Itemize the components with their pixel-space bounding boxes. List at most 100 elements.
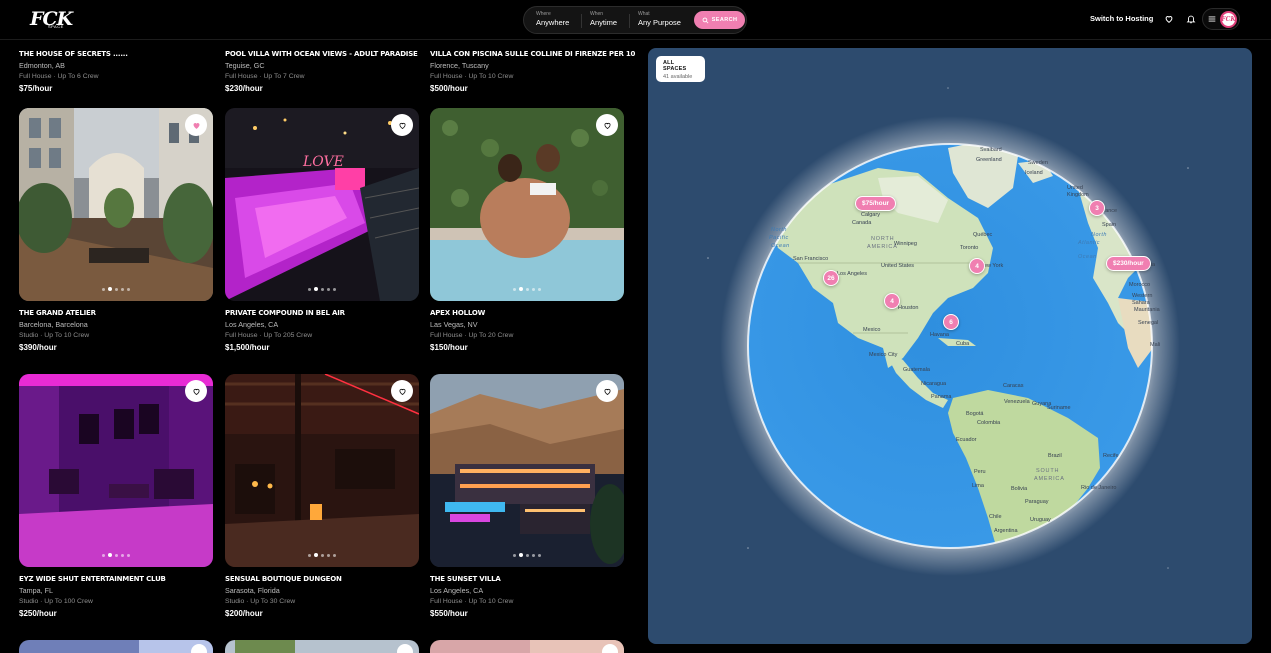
listing-title[interactable]: THE HOUSE OF SECRETS ...... bbox=[19, 50, 128, 58]
favorite-button[interactable] bbox=[185, 114, 207, 136]
listing-title[interactable]: PRIVATE COMPOUND IN BEL AIR bbox=[225, 309, 419, 317]
heart-outline-icon bbox=[603, 388, 611, 395]
map-label: Senegal bbox=[1138, 320, 1159, 326]
listing-title[interactable]: SENSUAL BOUTIQUE DUNGEON bbox=[225, 575, 419, 583]
listing-title[interactable]: THE GRAND ATELIER bbox=[19, 309, 213, 317]
listing-card[interactable]: APEX HOLLOW Las Vegas, NV Full House · U… bbox=[430, 108, 624, 352]
map-label: Panama bbox=[931, 394, 952, 400]
fck-logo[interactable]: FCK SPACE bbox=[30, 8, 73, 32]
photo-carousel-dots[interactable] bbox=[19, 287, 213, 291]
listing-location: Tampa, FL bbox=[19, 586, 53, 595]
photo-carousel-dots[interactable] bbox=[225, 287, 419, 291]
map-label: Cuba bbox=[956, 341, 970, 347]
cluster-marker[interactable]: 26 bbox=[823, 270, 839, 286]
listing-meta: Full House · Up To 10 Crew bbox=[430, 73, 514, 80]
listing-meta: Full House · Up To 205 Crew bbox=[225, 332, 313, 339]
favorite-button[interactable] bbox=[602, 644, 618, 653]
listing-photo[interactable] bbox=[19, 640, 213, 653]
favorite-button[interactable] bbox=[391, 380, 413, 402]
map-label: Western bbox=[1132, 293, 1153, 299]
map-label: Sweden bbox=[1028, 160, 1048, 166]
map-label: Calgary bbox=[861, 212, 880, 218]
listing-card[interactable]: SENSUAL BOUTIQUE DUNGEON Sarasota, Flori… bbox=[225, 374, 419, 618]
listing-photo[interactable] bbox=[430, 640, 624, 653]
search-divider bbox=[581, 14, 582, 28]
listing-title[interactable]: POOL VILLA WITH OCEAN VIEWS - ADULT PARA… bbox=[225, 50, 418, 58]
listing-card[interactable]: EYZ WIDE SHUT ENTERTAINMENT CLUB Tampa, … bbox=[19, 374, 213, 618]
search-when[interactable]: When Anytime bbox=[590, 11, 617, 28]
listing-photo[interactable] bbox=[225, 640, 419, 653]
listing-photo[interactable]: LOVE bbox=[225, 108, 419, 301]
photo-carousel-dots[interactable] bbox=[225, 553, 419, 557]
map-label: Guatemala bbox=[903, 367, 930, 373]
favorite-button[interactable] bbox=[596, 380, 618, 402]
map-label: Svalbard bbox=[980, 147, 1002, 153]
photo-carousel-dots[interactable] bbox=[430, 287, 624, 291]
map-label: Atlantic bbox=[1078, 240, 1101, 246]
favorites-button[interactable] bbox=[1163, 13, 1175, 25]
listing-title[interactable]: VILLA CON PISCINA SULLE COLLINE DI FIREN… bbox=[430, 50, 635, 58]
listing-meta: Full House · Up To 10 Crew bbox=[430, 598, 514, 605]
listing-photo[interactable] bbox=[430, 374, 624, 567]
map-label: North bbox=[1091, 232, 1107, 238]
listing-card[interactable] bbox=[430, 640, 624, 653]
listing-photo[interactable] bbox=[430, 108, 624, 301]
search-button[interactable]: SEARCH bbox=[694, 11, 745, 29]
when-value: Anytime bbox=[590, 18, 618, 27]
map-label: Winnipeg bbox=[894, 241, 917, 247]
listing-title[interactable]: EYZ WIDE SHUT ENTERTAINMENT CLUB bbox=[19, 575, 213, 583]
favorite-button[interactable] bbox=[397, 644, 413, 653]
listing-title[interactable]: APEX HOLLOW bbox=[430, 309, 624, 317]
search-bar[interactable]: Where Anywhere When Anytime What Any Pur… bbox=[523, 6, 747, 34]
map-label: San Francisco bbox=[793, 256, 829, 262]
cluster-marker[interactable]: 6 bbox=[943, 314, 959, 330]
where-value: Anywhere bbox=[536, 18, 570, 27]
map-label: Morocco bbox=[1129, 282, 1151, 288]
listing-card[interactable]: LOVE PRIVATE COMPOUND IN BEL AIR Los Ang… bbox=[225, 108, 419, 352]
price-marker[interactable]: $75/hour bbox=[855, 196, 897, 211]
map-label: Argentina bbox=[994, 528, 1018, 534]
listings-panel: THE HOUSE OF SECRETS ...... Edmonton, AB… bbox=[0, 0, 640, 653]
search-where[interactable]: Where Anywhere bbox=[536, 11, 569, 28]
map-label: Venezuela bbox=[1004, 399, 1030, 405]
listing-card[interactable]: THE SUNSET VILLA Los Angeles, CA Full Ho… bbox=[430, 374, 624, 618]
favorite-button[interactable] bbox=[185, 380, 207, 402]
map-label: AMERICA bbox=[1034, 476, 1065, 482]
search-what[interactable]: What Any Purpose bbox=[638, 11, 681, 28]
listing-title[interactable]: THE SUNSET VILLA bbox=[430, 575, 624, 583]
map-label: United bbox=[1067, 185, 1083, 191]
map-label: Colombia bbox=[977, 420, 1001, 426]
cluster-marker[interactable]: 4 bbox=[969, 258, 985, 274]
listing-photo[interactable] bbox=[19, 374, 213, 567]
listing-price: $550/hour bbox=[430, 609, 468, 618]
map-label: Ocean bbox=[1078, 254, 1097, 260]
map-label: Bogotá bbox=[966, 411, 984, 417]
map-label: Caracas bbox=[1003, 383, 1024, 389]
map-label: NORTH bbox=[871, 236, 895, 242]
photo-carousel-dots[interactable] bbox=[430, 553, 624, 557]
map-label: Recife bbox=[1103, 453, 1119, 459]
listing-photo[interactable] bbox=[225, 374, 419, 567]
listing-card[interactable] bbox=[19, 640, 213, 653]
map-label: Brazil bbox=[1048, 453, 1062, 459]
listing-location: Las Vegas, NV bbox=[430, 320, 478, 329]
listing-card[interactable] bbox=[225, 640, 419, 653]
cluster-marker[interactable]: 3 bbox=[1089, 200, 1105, 216]
favorite-button[interactable] bbox=[391, 114, 413, 136]
listing-card[interactable]: THE GRAND ATELIER Barcelona, Barcelona S… bbox=[19, 108, 213, 352]
photo-carousel-dots[interactable] bbox=[19, 553, 213, 557]
favorite-button[interactable] bbox=[596, 114, 618, 136]
globe-map[interactable]: ALL SPACES 41 available Svalbard Greenla… bbox=[648, 48, 1252, 644]
all-spaces-title: ALL SPACES bbox=[663, 60, 687, 72]
favorite-button[interactable] bbox=[191, 644, 207, 653]
all-spaces-badge[interactable]: ALL SPACES 41 available bbox=[656, 56, 705, 82]
listing-photo[interactable] bbox=[19, 108, 213, 301]
switch-to-hosting-link[interactable]: Switch to Hosting bbox=[1090, 14, 1153, 23]
user-menu-button[interactable]: FCK bbox=[1202, 8, 1240, 30]
listing-location: Sarasota, Florida bbox=[225, 586, 280, 595]
listing-location: Florence, Tuscany bbox=[430, 61, 489, 70]
notifications-button[interactable] bbox=[1185, 13, 1197, 25]
price-marker[interactable]: $230/hour bbox=[1106, 256, 1151, 271]
globe-canvas[interactable] bbox=[648, 48, 1252, 644]
cluster-marker[interactable]: 4 bbox=[884, 293, 900, 309]
